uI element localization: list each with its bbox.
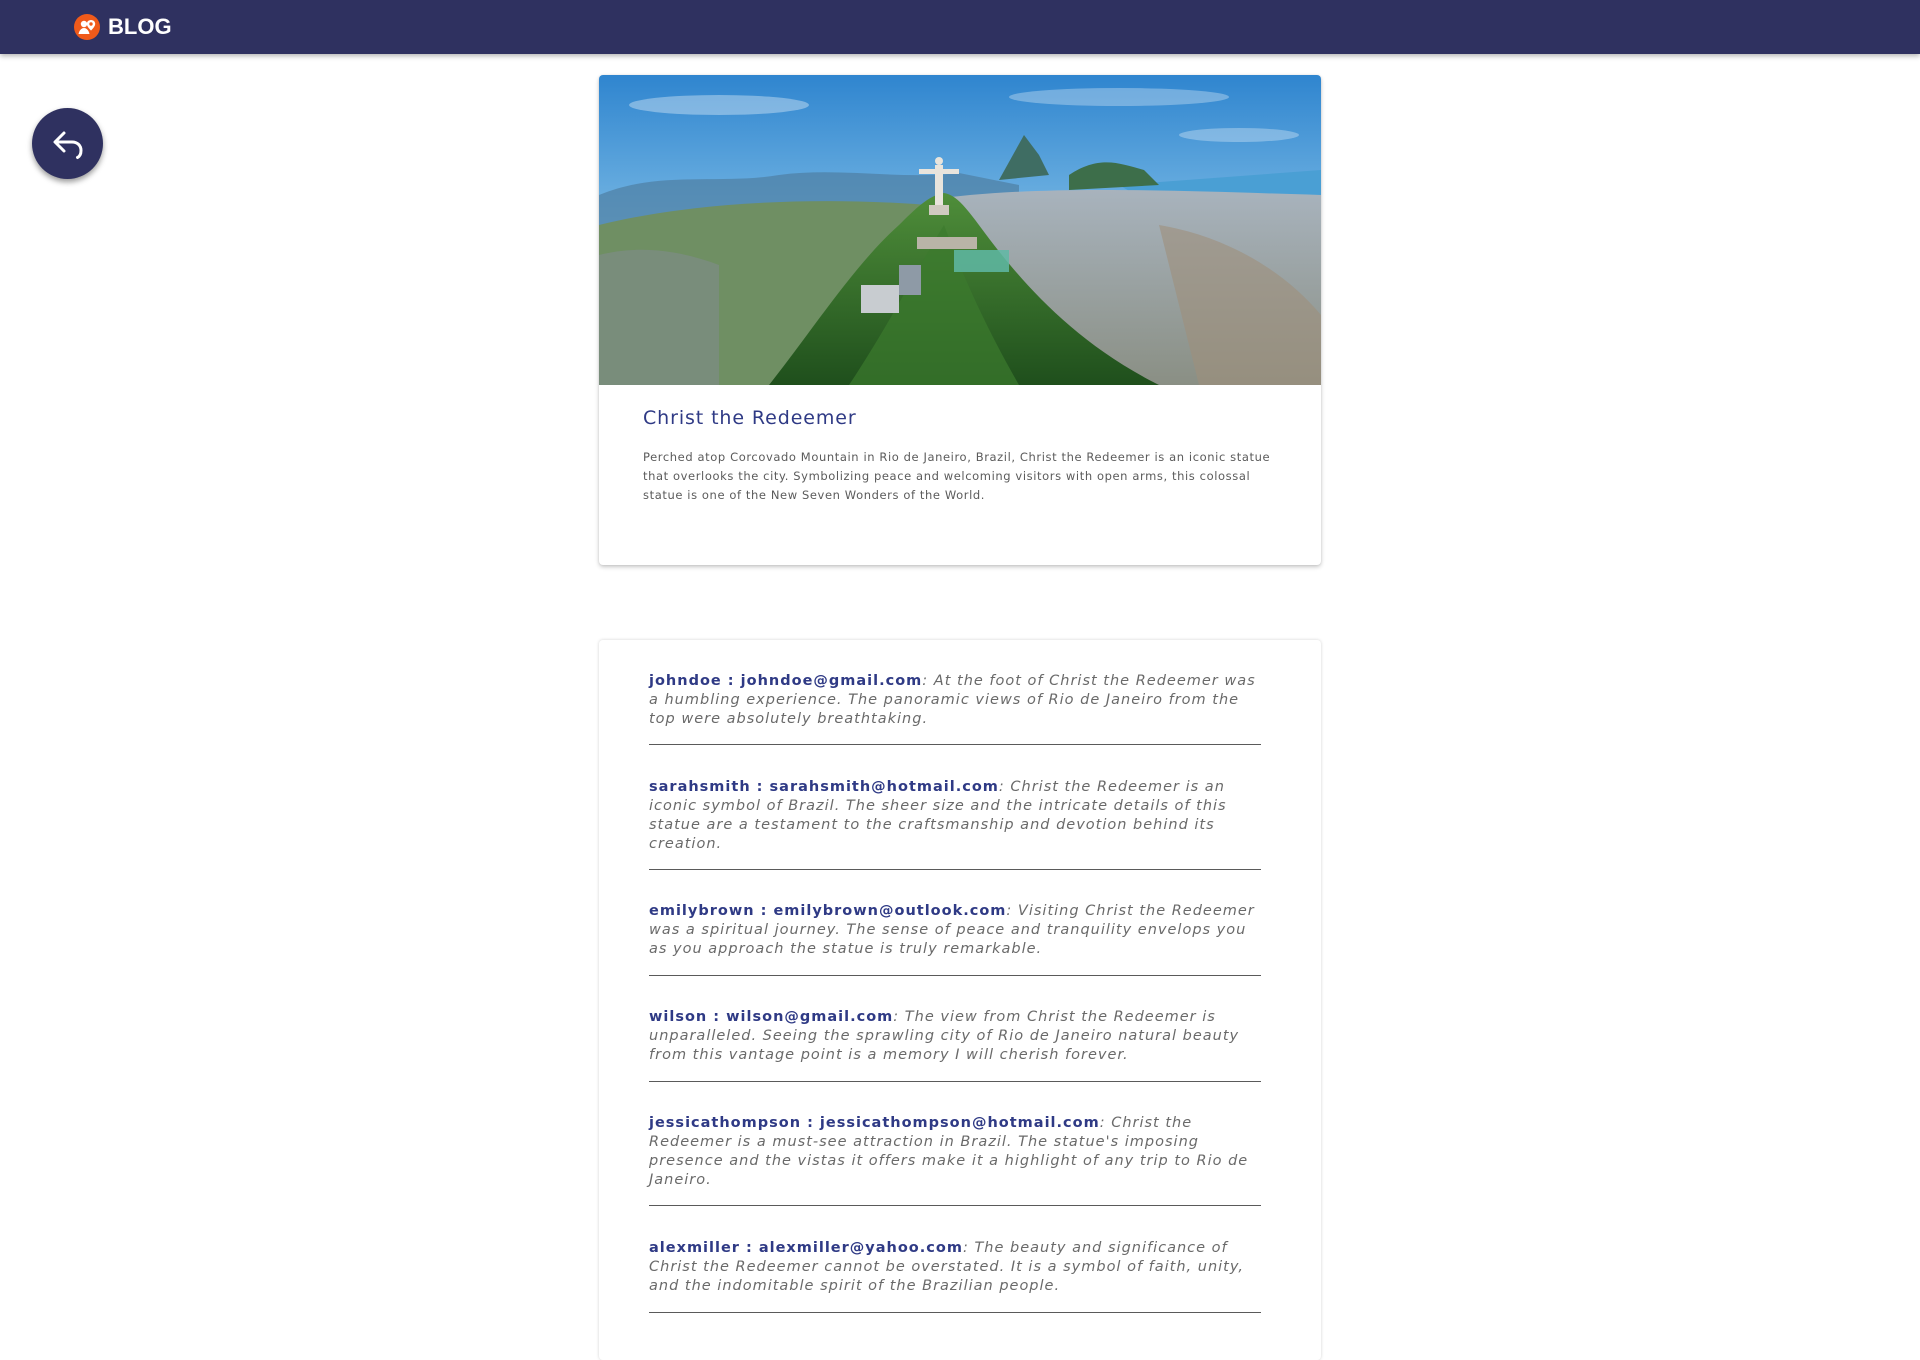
- comment-author: emilybrown : emilybrown@outlook.com: [649, 903, 1007, 919]
- comment-item: alexmiller : alexmiller@yahoo.com: The b…: [649, 1239, 1261, 1313]
- comment-author: sarahsmith : sarahsmith@hotmail.com: [649, 779, 999, 795]
- undo-arrow-icon: [53, 131, 82, 159]
- comment-item: johndoe : johndoe@gmail.com: At the foot…: [649, 672, 1261, 745]
- comment-text: alexmiller : alexmiller@yahoo.com: The b…: [649, 1239, 1261, 1296]
- post-title: Christ the Redeemer: [643, 407, 857, 429]
- comment-item: jessicathompson : jessicathompson@hotmai…: [649, 1114, 1261, 1206]
- christ-the-redeemer-photo: [599, 75, 1321, 385]
- brand[interactable]: BLOG: [74, 14, 172, 40]
- comment-text: wilson : wilson@gmail.com: The view from…: [649, 1008, 1261, 1065]
- comment-author: jessicathompson : jessicathompson@hotmai…: [649, 1115, 1100, 1131]
- comment-item: sarahsmith : sarahsmith@hotmail.com: Chr…: [649, 778, 1261, 870]
- comment-author: wilson : wilson@gmail.com: [649, 1009, 894, 1025]
- comment-item: wilson : wilson@gmail.com: The view from…: [649, 1008, 1261, 1082]
- post-description: Perched atop Corcovado Mountain in Rio d…: [643, 450, 1271, 502]
- comment-text: emilybrown : emilybrown@outlook.com: Vis…: [649, 902, 1261, 959]
- comment-text: sarahsmith : sarahsmith@hotmail.com: Chr…: [649, 778, 1261, 854]
- comment-author: alexmiller : alexmiller@yahoo.com: [649, 1240, 963, 1256]
- post-card: Christ the Redeemer Perched atop Corcova…: [599, 75, 1321, 565]
- top-app-bar: BLOG: [0, 0, 1920, 54]
- comments-card: johndoe : johndoe@gmail.com: At the foot…: [599, 640, 1321, 1360]
- comment-text: jessicathompson : jessicathompson@hotmai…: [649, 1114, 1261, 1190]
- comment-text: johndoe : johndoe@gmail.com: At the foot…: [649, 672, 1261, 729]
- back-button[interactable]: [32, 108, 103, 179]
- comment-item: emilybrown : emilybrown@outlook.com: Vis…: [649, 902, 1261, 976]
- blog-logo-icon: [74, 14, 100, 40]
- comment-author: johndoe : johndoe@gmail.com: [649, 673, 923, 689]
- brand-name: BLOG: [108, 14, 172, 39]
